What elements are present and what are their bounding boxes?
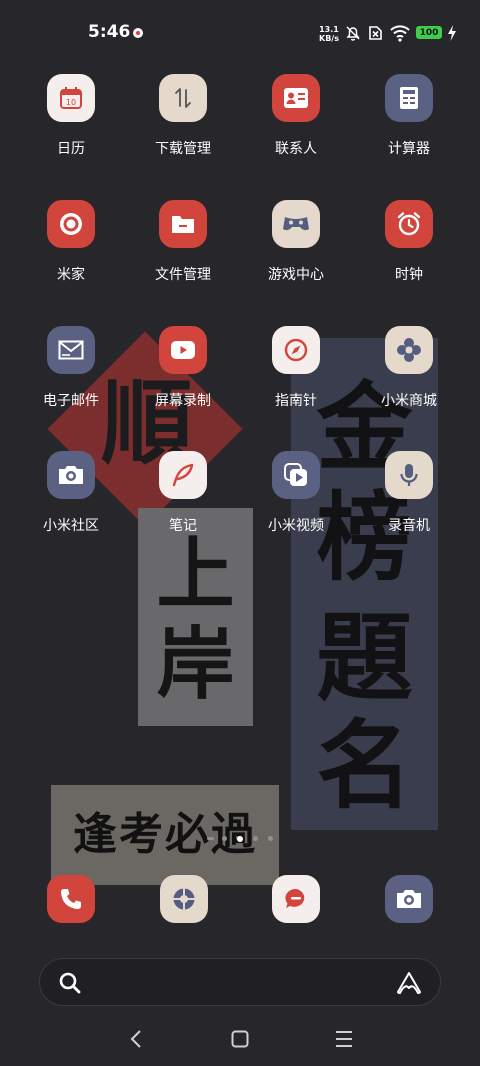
app-calendar[interactable]: 10 日历 xyxy=(15,74,127,158)
no-sim-icon xyxy=(369,26,382,40)
dock-messages[interactable] xyxy=(272,875,320,923)
app-screen-recorder[interactable]: 屏幕录制 xyxy=(127,326,239,410)
calendar-date-badge: 10 xyxy=(66,98,76,107)
alarm-clock-icon xyxy=(385,200,433,248)
gamepad-icon xyxy=(272,200,320,248)
battery-indicator: 100 xyxy=(416,26,442,39)
app-label: 小米商城 xyxy=(381,393,437,409)
app-label: 日历 xyxy=(57,141,85,157)
app-label: 计算器 xyxy=(388,141,430,157)
video-play-icon xyxy=(272,451,320,499)
app-label: 游戏中心 xyxy=(268,267,324,283)
app-compass[interactable]: 指南针 xyxy=(240,326,352,410)
app-download-manager[interactable]: 下载管理 xyxy=(127,74,239,158)
dock-phone[interactable] xyxy=(47,875,95,923)
folder-icon xyxy=(159,200,207,248)
bell-muted-icon xyxy=(346,26,360,41)
download-manager-icon xyxy=(159,74,207,122)
app-label: 时钟 xyxy=(395,267,423,283)
charging-bolt-icon xyxy=(448,25,456,41)
screen-record-icon xyxy=(159,326,207,374)
camera-community-icon xyxy=(47,451,95,499)
search-icon xyxy=(59,972,81,994)
app-label: 屏幕录制 xyxy=(155,393,211,409)
page-dot-current xyxy=(237,835,243,842)
page-indicator-first xyxy=(207,837,214,840)
app-clock[interactable]: 时钟 xyxy=(353,200,465,284)
app-label: 小米社区 xyxy=(43,518,99,534)
browser-icon xyxy=(173,888,195,910)
network-speed-value: 13.1 xyxy=(319,25,339,34)
phone-icon xyxy=(61,889,81,909)
contacts-icon xyxy=(272,74,320,122)
app-contacts[interactable]: 联系人 xyxy=(240,74,352,158)
app-mijia[interactable]: 米家 xyxy=(15,200,127,284)
app-label: 米家 xyxy=(57,267,85,283)
network-speed: 13.1 KB/s xyxy=(319,25,339,43)
calendar-icon: 10 xyxy=(47,74,95,122)
app-mi-store[interactable]: 小米商城 xyxy=(353,326,465,410)
app-label: 录音机 xyxy=(388,518,430,534)
wifi-icon xyxy=(390,25,410,42)
app-label: 指南针 xyxy=(275,393,317,409)
calculator-icon xyxy=(385,74,433,122)
page-dot xyxy=(222,836,227,841)
messages-icon xyxy=(285,888,305,908)
wallpaper-grey-char-1: 上 xyxy=(156,529,235,620)
app-notes[interactable]: 笔记 xyxy=(127,451,239,535)
page-dot xyxy=(268,836,273,841)
app-file-manager[interactable]: 文件管理 xyxy=(127,200,239,284)
ai-assistant-icon[interactable] xyxy=(396,971,422,995)
compass-icon xyxy=(272,326,320,374)
screen-record-indicator-icon xyxy=(133,28,143,38)
app-calculator[interactable]: 计算器 xyxy=(353,74,465,158)
status-bar: 5:46 13.1 KB/s 100 xyxy=(0,0,480,66)
notes-feather-icon xyxy=(159,451,207,499)
mail-icon xyxy=(47,326,95,374)
app-label: 电子邮件 xyxy=(43,393,99,409)
app-label: 联系人 xyxy=(275,141,317,157)
dock-browser[interactable] xyxy=(160,875,208,923)
mijia-icon xyxy=(47,200,95,248)
app-mi-community[interactable]: 小米社区 xyxy=(15,451,127,535)
network-speed-unit: KB/s xyxy=(319,34,339,43)
page-dot xyxy=(253,836,258,841)
wallpaper-grey-panel: 上 岸 xyxy=(138,508,253,726)
wallpaper-blue-char-3: 題 xyxy=(316,601,413,714)
wallpaper-blue-char-4: 名 xyxy=(316,709,413,822)
app-mi-video[interactable]: 小米视频 xyxy=(240,451,352,535)
app-recorder[interactable]: 录音机 xyxy=(353,451,465,535)
app-label: 文件管理 xyxy=(155,267,211,283)
app-email[interactable]: 电子邮件 xyxy=(15,326,127,410)
wallpaper-grey-char-2: 岸 xyxy=(156,619,235,710)
menu-icon[interactable] xyxy=(331,1026,357,1052)
wallpaper-banner-text: 逢考必過 xyxy=(73,809,257,860)
microphone-icon xyxy=(385,451,433,499)
mi-store-icon xyxy=(385,326,433,374)
app-label: 笔记 xyxy=(169,518,197,534)
back-icon[interactable] xyxy=(124,1026,150,1052)
home-icon[interactable] xyxy=(227,1026,253,1052)
search-bar[interactable] xyxy=(39,958,441,1006)
app-label: 小米视频 xyxy=(268,518,324,534)
wallpaper-banner: 逢考必過 xyxy=(51,785,279,885)
dock-camera[interactable] xyxy=(385,875,433,923)
status-time: 5:46 xyxy=(88,22,131,42)
app-game-center[interactable]: 游戏中心 xyxy=(240,200,352,284)
app-label: 下载管理 xyxy=(155,141,211,157)
camera-icon xyxy=(397,890,421,908)
wallpaper-blue-panel: 金 榜 題 名 xyxy=(291,338,438,830)
